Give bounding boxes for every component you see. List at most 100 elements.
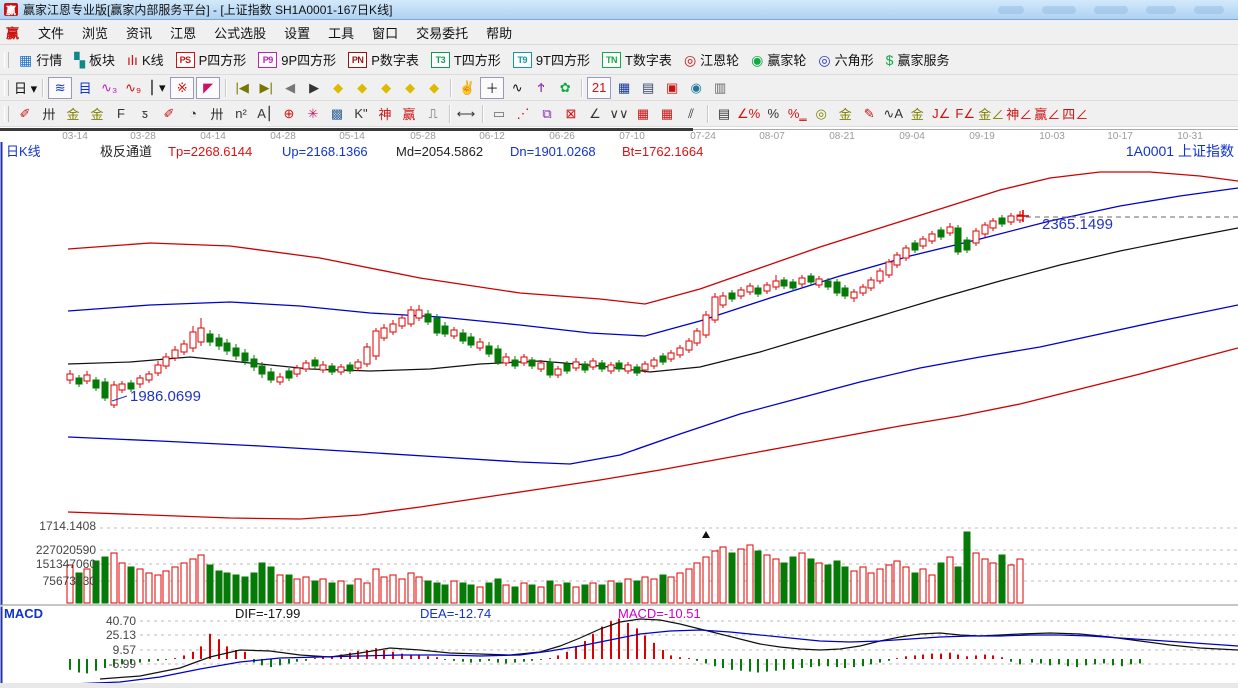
- toolbar3-button-24[interactable]: ⊠: [560, 103, 582, 124]
- toolbar3-button-31[interactable]: ▤: [713, 103, 735, 124]
- toolbar2-button-21[interactable]: ＋: [480, 76, 505, 99]
- toolbar1-button-11[interactable]: ◎ 六角形: [812, 48, 879, 71]
- toolbar3-button-35[interactable]: ◎: [810, 103, 833, 124]
- toolbar2-button-7[interactable]: ※: [170, 76, 195, 99]
- toolbar2-button-26[interactable]: 21: [587, 76, 612, 99]
- toolbar2-button-24[interactable]: ✿: [554, 77, 577, 98]
- toolbar1-button-2[interactable]: ılı K线: [121, 48, 170, 71]
- toolbar3-button-38[interactable]: ∿A: [882, 103, 905, 124]
- toolbar2-button-13[interactable]: ▶: [303, 77, 326, 98]
- toolbar3-button-3[interactable]: 金: [86, 103, 108, 124]
- toolbar2-button-17[interactable]: ◆: [399, 77, 422, 98]
- toolbar1-button-1[interactable]: ▚ 板块: [68, 48, 121, 71]
- toolbar3-button-40[interactable]: J∠: [930, 103, 953, 124]
- toolbar2-button-0[interactable]: 日 ▾: [14, 77, 38, 98]
- toolbar3-button-17[interactable]: ⎍: [422, 103, 444, 124]
- toolbar2-button-27[interactable]: ▦: [613, 77, 636, 98]
- toolbar3-button-25[interactable]: ∠: [584, 103, 606, 124]
- menu-item-9[interactable]: 帮助: [477, 23, 521, 44]
- toolbar3-button-29[interactable]: ⫽: [680, 103, 702, 124]
- toolbar1-button-0[interactable]: ▦ 行情: [13, 48, 68, 71]
- menu-item-2[interactable]: 资讯: [117, 23, 161, 44]
- menu-item-3[interactable]: 江恩: [161, 23, 205, 44]
- toolbar2-button-18[interactable]: ◆: [423, 77, 446, 98]
- toolbar2-button-5[interactable]: ∿₉: [122, 77, 145, 98]
- toolbar3-button-11[interactable]: ⊕: [278, 103, 300, 124]
- candle-body: [415, 309, 423, 319]
- toolbar2-button-15[interactable]: ◆: [351, 77, 374, 98]
- toolbar1-button-12[interactable]: $ 赢家服务: [880, 48, 956, 71]
- toolbar3-button-33[interactable]: %: [762, 103, 785, 124]
- toolbar3-button-23[interactable]: ⧉: [536, 103, 558, 124]
- toolbar2-button-23[interactable]: Ϯ: [530, 77, 553, 98]
- toolbar1-button-8[interactable]: TN T数字表: [596, 48, 678, 71]
- toolbar3-button-44[interactable]: 赢∠: [1034, 103, 1061, 124]
- menu-item-4[interactable]: 公式选股: [205, 23, 275, 44]
- toolbar2-button-3[interactable]: 目: [74, 77, 97, 98]
- toolbar1-button-7[interactable]: T9 9T四方形: [507, 48, 596, 71]
- toolbar3-button-39[interactable]: 金: [906, 103, 929, 124]
- toolbar3-button-26[interactable]: ∨∨: [608, 103, 630, 124]
- toolbar3-button-14[interactable]: K": [350, 103, 372, 124]
- toolbar2-button-30[interactable]: ◉: [685, 77, 708, 98]
- toolbar3-button-43[interactable]: 神∠: [1006, 103, 1033, 124]
- toolbar3-button-7[interactable]: ◔: [182, 103, 204, 124]
- toolbar3-button-42[interactable]: 金∠: [978, 103, 1005, 124]
- toolbar3-button-16[interactable]: 赢: [398, 103, 420, 124]
- toolbar3-button-1[interactable]: 卅: [38, 103, 60, 124]
- toolbar3-button-2[interactable]: 金: [62, 103, 84, 124]
- menu-item-8[interactable]: 交易委托: [407, 23, 477, 44]
- toolbar3-button-45[interactable]: 四∠: [1062, 103, 1089, 124]
- toolbar3-button-12[interactable]: ✳: [302, 103, 324, 124]
- toolbar2-button-28[interactable]: ▤: [637, 77, 660, 98]
- toolbar2-button-4[interactable]: ∿₃: [98, 77, 121, 98]
- menu-item-5[interactable]: 设置: [275, 23, 319, 44]
- menu-item-0[interactable]: 文件: [29, 23, 73, 44]
- toolbar2-button-11[interactable]: ▶|: [255, 77, 278, 98]
- toolbar3-button-8[interactable]: 卅: [206, 103, 228, 124]
- toolbar3-button-5[interactable]: ƽ: [134, 103, 156, 124]
- toolbar3-button-27[interactable]: ▦: [632, 103, 654, 124]
- toolbar3-button-37[interactable]: ✎: [858, 103, 881, 124]
- toolbar3-button-34[interactable]: %‗: [786, 103, 809, 124]
- toolbar3-button-41[interactable]: F∠: [954, 103, 977, 124]
- toolbar2-button-6[interactable]: ⎮ ▾: [146, 77, 169, 98]
- toolbar1-button-5[interactable]: PN P数字表: [342, 48, 425, 71]
- toolbar3-button-4[interactable]: F: [110, 103, 132, 124]
- toolbar3-button-9[interactable]: n²: [230, 103, 252, 124]
- toolbar3-button-32[interactable]: ∠%: [737, 103, 761, 124]
- toolbar3-button-6[interactable]: ✐: [158, 103, 180, 124]
- toolbar3-button-19[interactable]: ⟷: [455, 103, 477, 124]
- candle-body: [450, 329, 458, 337]
- toolbar2-button-12[interactable]: ◀: [279, 77, 302, 98]
- toolbar3-button-15[interactable]: 神: [374, 103, 396, 124]
- toolbar3-button-13[interactable]: ▩: [326, 103, 348, 124]
- toolbar2-button-2[interactable]: ≋: [48, 76, 73, 99]
- toolbar2-button-14[interactable]: ◆: [327, 77, 350, 98]
- toolbar3-button-22[interactable]: ⋰: [512, 103, 534, 124]
- toolbar3-button-28[interactable]: ▦: [656, 103, 678, 124]
- candle-body: [876, 270, 884, 282]
- toolbar1-button-10[interactable]: ◉ 赢家轮: [745, 48, 812, 71]
- toolbar2-button-31[interactable]: ▥: [709, 77, 732, 98]
- toolbar3-button-0[interactable]: ✐: [14, 103, 36, 124]
- kline-chart[interactable]: 2365.1499 1986.0699 日K线 极反通道 Tp=2268.6144 Up=…: [0, 142, 1238, 685]
- toolbar1-button-3[interactable]: PS P四方形: [170, 48, 253, 71]
- toolbar2-button-8[interactable]: ◤: [196, 76, 221, 99]
- menu-item-7[interactable]: 窗口: [363, 23, 407, 44]
- toolbar3-button-21[interactable]: ▭: [488, 103, 510, 124]
- toolbar3-button-10[interactable]: A⎮: [254, 103, 276, 124]
- chart-area[interactable]: 2365.1499 1986.0699 日K线 极反通道 Tp=2268.6144 Up=…: [0, 142, 1238, 685]
- app-window: { "window":{"title":"赢家江恩专业版[赢家内部服务平台] -…: [0, 0, 1238, 685]
- toolbar2-button-29[interactable]: ▣: [661, 77, 684, 98]
- toolbar2-button-20[interactable]: ✌: [456, 77, 479, 98]
- toolbar3-button-36[interactable]: 金: [834, 103, 857, 124]
- toolbar2-button-22[interactable]: ∿: [506, 77, 529, 98]
- toolbar2-button-16[interactable]: ◆: [375, 77, 398, 98]
- toolbar2-button-10[interactable]: |◀: [231, 77, 254, 98]
- toolbar1-button-6[interactable]: T3 T四方形: [425, 48, 507, 71]
- menu-item-6[interactable]: 工具: [319, 23, 363, 44]
- menu-item-1[interactable]: 浏览: [73, 23, 117, 44]
- toolbar1-button-9[interactable]: ◎ 江恩轮: [678, 48, 745, 71]
- toolbar1-button-4[interactable]: P9 9P四方形: [252, 48, 342, 71]
